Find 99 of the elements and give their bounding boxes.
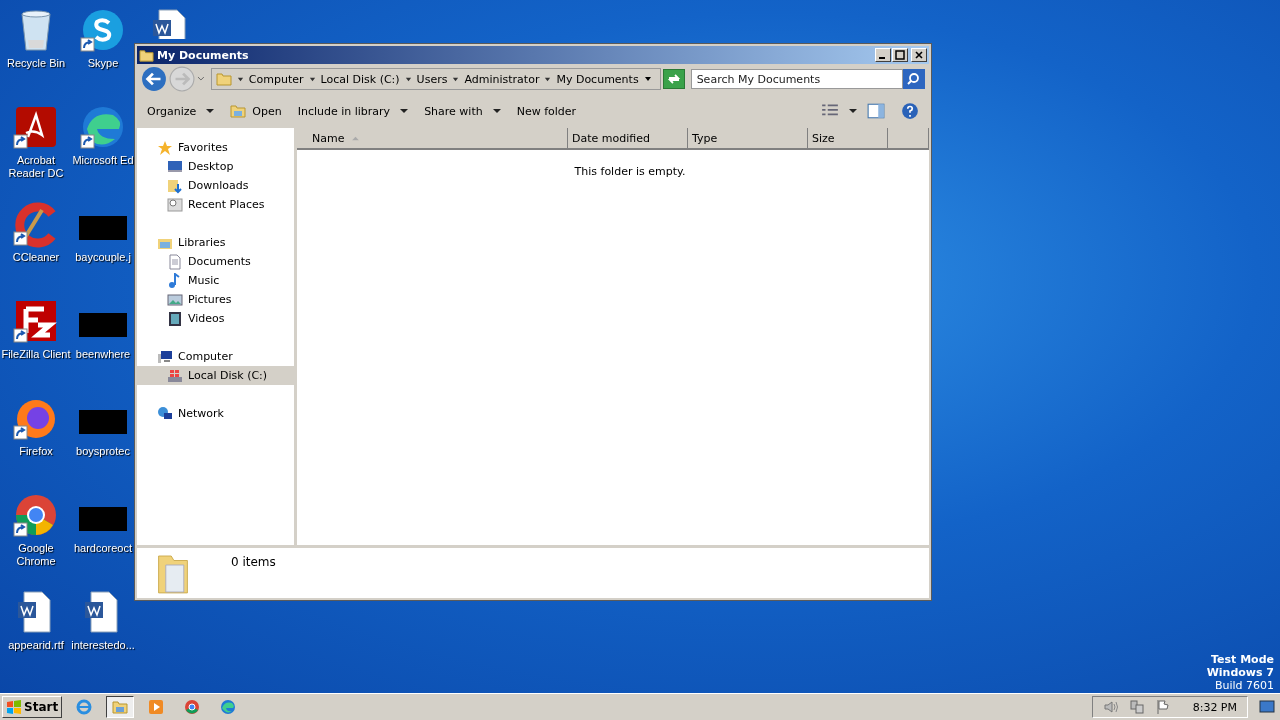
icon-label: FileZilla Client	[1, 348, 71, 361]
icon-label: Firefox	[19, 445, 53, 458]
minimize-icon	[879, 57, 885, 59]
watermark-text: Windows 7	[1206, 666, 1274, 679]
recent-icon	[167, 196, 183, 213]
menu-button[interactable]: Share with	[418, 101, 507, 121]
minimize-button[interactable]	[875, 48, 891, 62]
network-icon	[157, 405, 173, 422]
caret-icon[interactable]	[236, 75, 244, 83]
caret-icon[interactable]	[308, 75, 316, 83]
icon-label: appearid.rtf	[8, 639, 64, 652]
icon-label: Microsoft Ed	[72, 154, 134, 167]
star-icon	[157, 139, 173, 156]
folder-icon	[215, 71, 232, 87]
show-desktop-icon[interactable]	[1258, 699, 1276, 715]
caret-icon[interactable]	[544, 75, 552, 83]
nav-item[interactable]: Desktop	[137, 157, 294, 176]
nav-item[interactable]: Recent Places	[137, 195, 294, 214]
breadcrumb[interactable]: My Documents	[556, 72, 639, 86]
windows-logo-icon	[6, 699, 22, 715]
caret-icon	[206, 107, 215, 115]
breadcrumb[interactable]: Local Disk (C:)	[320, 72, 400, 86]
folder-icon	[139, 47, 154, 63]
nav-item[interactable]: Pictures	[137, 290, 294, 309]
back-button[interactable]	[141, 66, 167, 92]
icon-label: beenwhere	[75, 348, 131, 361]
network-icon[interactable]	[1128, 699, 1145, 715]
menu-button[interactable]: Include in library	[291, 101, 415, 121]
icon-label: Skype	[87, 57, 119, 70]
breadcrumb[interactable]: Administrator	[464, 72, 540, 86]
caret-icon[interactable]	[849, 107, 857, 115]
downloads-icon	[167, 177, 183, 194]
desktop-icon	[167, 158, 183, 175]
caret-icon	[492, 107, 501, 115]
chrome-icon	[184, 699, 201, 715]
close-icon	[914, 50, 924, 60]
search-icon	[905, 71, 921, 87]
icon-label: CCleaner	[12, 251, 60, 264]
empty-message: This folder is empty.	[574, 165, 686, 178]
icon-label: boysprotec	[76, 445, 130, 458]
nav-item[interactable]: Downloads	[137, 176, 294, 195]
column-header[interactable]: Type	[688, 128, 808, 150]
nav-item[interactable]: Music	[137, 271, 294, 290]
nav-item[interactable]: Network	[137, 404, 294, 423]
nav-item[interactable]: Computer	[137, 347, 294, 366]
column-header[interactable]: Date modified	[568, 128, 688, 150]
search-field[interactable]: Search My Documents	[690, 69, 903, 89]
history-caret-icon[interactable]	[197, 75, 205, 83]
address-bar[interactable]: Computer Local Disk (C:) Users Administrator My Documents	[210, 68, 661, 90]
ie-icon	[76, 699, 93, 715]
pictures-icon	[167, 291, 183, 308]
caret-icon	[400, 107, 409, 115]
close-button[interactable]	[911, 48, 927, 62]
column-header[interactable]: Name	[297, 128, 568, 150]
column-header[interactable]: Size	[808, 128, 888, 150]
icon-label: Google Chrome	[15, 542, 57, 568]
taskbar-app[interactable]	[106, 696, 135, 718]
explorer-icon	[112, 699, 129, 715]
nav-item[interactable]: Favorites	[137, 138, 294, 157]
caret-icon[interactable]	[404, 75, 412, 83]
breadcrumb[interactable]: Users	[416, 72, 448, 86]
refresh-button[interactable]	[662, 69, 685, 89]
pane-icon	[867, 102, 885, 120]
videos-icon	[167, 310, 183, 327]
sort-arrow-icon	[352, 135, 360, 141]
menu-button[interactable]: Organize	[141, 101, 221, 121]
icon-label: baycouple.j	[75, 251, 131, 264]
help-icon	[901, 102, 919, 120]
icon-label: Acrobat Reader DC	[7, 154, 65, 180]
computer-icon	[157, 348, 173, 365]
icon-label: hardcoreoct	[73, 542, 133, 555]
maximize-icon	[895, 50, 905, 60]
clock[interactable]: 8:32 PM	[1192, 700, 1237, 714]
window-title: My Documents	[157, 48, 249, 62]
dropdown-caret-icon[interactable]	[643, 75, 652, 83]
start-button[interactable]: Start	[2, 696, 63, 718]
disk-icon	[167, 367, 183, 384]
folder-icon	[230, 103, 247, 119]
folder-icon	[155, 552, 191, 596]
nav-item[interactable]: Documents	[137, 252, 294, 271]
item-count: 0 items	[231, 555, 276, 569]
column-header	[888, 128, 929, 150]
watermark-text: Test Mode	[1211, 653, 1274, 666]
media-icon	[148, 699, 165, 715]
toolbar-button[interactable]: New folder	[510, 101, 583, 121]
nav-item[interactable]: Libraries	[137, 233, 294, 252]
maximize-button[interactable]	[892, 48, 908, 62]
caret-icon[interactable]	[452, 75, 460, 83]
document-icon	[167, 253, 183, 270]
watermark-text: Build 7601	[1214, 679, 1274, 692]
edge-icon	[220, 699, 237, 715]
nav-item[interactable]: Local Disk (C:)	[137, 366, 294, 385]
search-button[interactable]	[903, 69, 925, 89]
toolbar-button[interactable]: Open	[224, 100, 288, 122]
breadcrumb[interactable]: Computer	[248, 72, 304, 86]
icon-label: interestedo...	[71, 639, 135, 652]
icon-label: Recycle Bin	[6, 57, 66, 70]
flag-icon[interactable]	[1154, 699, 1171, 715]
nav-item[interactable]: Videos	[137, 309, 294, 328]
